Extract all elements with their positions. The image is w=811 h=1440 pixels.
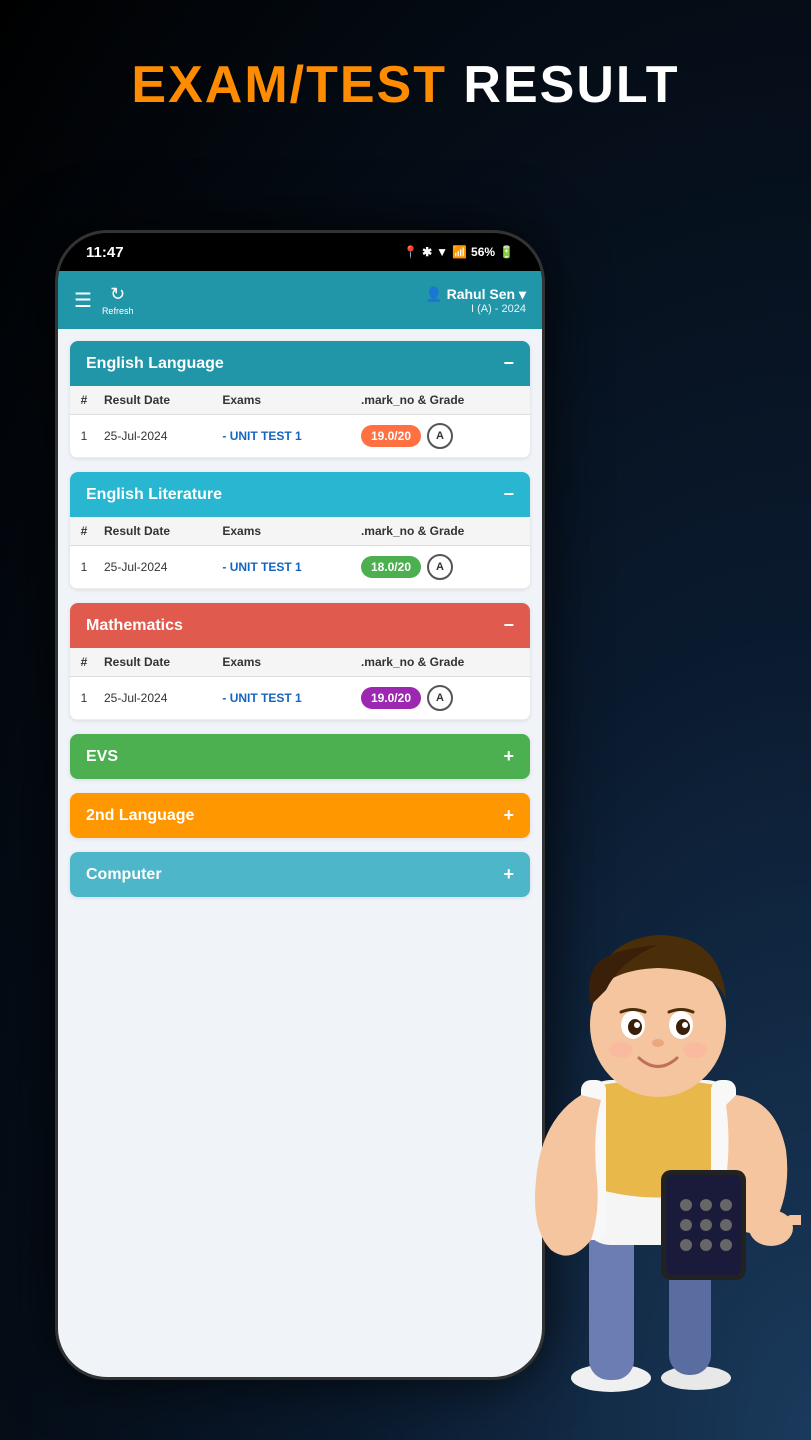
english-language-section: English Language − # Result Date Exams .… [70,341,530,458]
2nd-language-header[interactable]: 2nd Language + [70,793,530,838]
marks-badge: 19.0/20 [361,425,421,447]
row-num: 1 [70,677,98,720]
english-literature-toggle[interactable]: − [503,484,514,505]
status-icons: 📍 ✱ ▼ 📶 56% 🔋 [403,245,514,259]
2nd-language-toggle[interactable]: + [503,805,514,826]
col-exams: Exams [216,648,355,677]
marks-badge: 18.0/20 [361,556,421,578]
battery-icon: 🔋 [499,245,514,259]
col-exams: Exams [216,517,355,546]
phone-frame: 11:47 📍 ✱ ▼ 📶 56% 🔋 ☰ ↻ Refresh 👤 Rahul … [55,230,545,1380]
row-num: 1 [70,415,98,458]
character-illustration [521,830,801,1410]
english-language-header[interactable]: English Language − [70,341,530,386]
computer-title: Computer [86,866,162,884]
col-marks: .mark_no & Grade [355,517,530,546]
evs-toggle[interactable]: + [503,746,514,767]
grade-badge: A [427,685,453,711]
computer-header[interactable]: Computer + [70,852,530,897]
mathematics-section: Mathematics − # Result Date Exams .mark_… [70,603,530,720]
mathematics-toggle[interactable]: − [503,615,514,636]
col-date: Result Date [98,386,216,415]
signal-icon: 📶 [452,245,467,259]
col-date: Result Date [98,648,216,677]
page-title: EXAM/TEST RESULT [0,55,811,115]
english-language-title: English Language [86,355,224,373]
computer-toggle[interactable]: + [503,864,514,885]
english-language-toggle[interactable]: − [503,353,514,374]
english-literature-section: English Literature − # Result Date Exams… [70,472,530,589]
location-icon: 📍 [403,245,418,259]
computer-section: Computer + [70,852,530,897]
col-num: # [70,386,98,415]
grade-badge: A [427,554,453,580]
english-literature-title: English Literature [86,486,222,504]
app-content[interactable]: English Language − # Result Date Exams .… [58,329,542,1377]
2nd-language-title: 2nd Language [86,807,194,825]
status-bar: 11:47 📍 ✱ ▼ 📶 56% 🔋 [58,233,542,271]
row-date: 25-Jul-2024 [98,677,216,720]
grade-badge: A [427,423,453,449]
col-marks: .mark_no & Grade [355,386,530,415]
col-exams: Exams [216,386,355,415]
title-white: RESULT [447,56,680,114]
row-marks-grade: 19.0/20 A [355,415,530,458]
english-language-table: # Result Date Exams .mark_no & Grade 1 2… [70,386,530,458]
wifi-icon: ▼ [436,245,448,259]
user-class: I (A) - 2024 [425,303,526,315]
english-literature-header[interactable]: English Literature − [70,472,530,517]
bluetooth-icon: ✱ [422,245,432,259]
mathematics-table: # Result Date Exams .mark_no & Grade 1 2… [70,648,530,720]
row-marks-grade: 19.0/20 A [355,677,530,720]
mathematics-title: Mathematics [86,617,183,635]
title-orange: EXAM/TEST [131,56,447,114]
marks-badge: 19.0/20 [361,687,421,709]
app-header: ☰ ↻ Refresh 👤 Rahul Sen ▾ I (A) - 2024 [58,271,542,329]
refresh-button[interactable]: ↻ Refresh [102,284,134,316]
col-marks: .mark_no & Grade [355,648,530,677]
evs-title: EVS [86,748,118,766]
col-num: # [70,517,98,546]
row-date: 25-Jul-2024 [98,546,216,589]
english-literature-table: # Result Date Exams .mark_no & Grade 1 2… [70,517,530,589]
header-left: ☰ ↻ Refresh [74,284,133,316]
row-num: 1 [70,546,98,589]
evs-section: EVS + [70,734,530,779]
hamburger-menu[interactable]: ☰ [74,288,92,313]
row-marks-grade: 18.0/20 A [355,546,530,589]
2nd-language-section: 2nd Language + [70,793,530,838]
user-icon: 👤 [425,286,446,302]
row-date: 25-Jul-2024 [98,415,216,458]
col-num: # [70,648,98,677]
mathematics-header[interactable]: Mathematics − [70,603,530,648]
col-date: Result Date [98,517,216,546]
evs-header[interactable]: EVS + [70,734,530,779]
table-row: 1 25-Jul-2024 - UNIT TEST 1 19.0/20 A [70,415,530,458]
refresh-label: Refresh [102,306,134,316]
header-right: 👤 Rahul Sen ▾ I (A) - 2024 [425,286,526,315]
battery-display: 56% [471,245,495,259]
refresh-icon: ↻ [110,284,125,305]
table-row: 1 25-Jul-2024 - UNIT TEST 1 19.0/20 A [70,677,530,720]
row-exam: - UNIT TEST 1 [216,546,355,589]
row-exam: - UNIT TEST 1 [216,677,355,720]
row-exam: - UNIT TEST 1 [216,415,355,458]
user-name: 👤 Rahul Sen ▾ [425,286,526,303]
table-row: 1 25-Jul-2024 - UNIT TEST 1 18.0/20 A [70,546,530,589]
time-display: 11:47 [86,244,124,261]
